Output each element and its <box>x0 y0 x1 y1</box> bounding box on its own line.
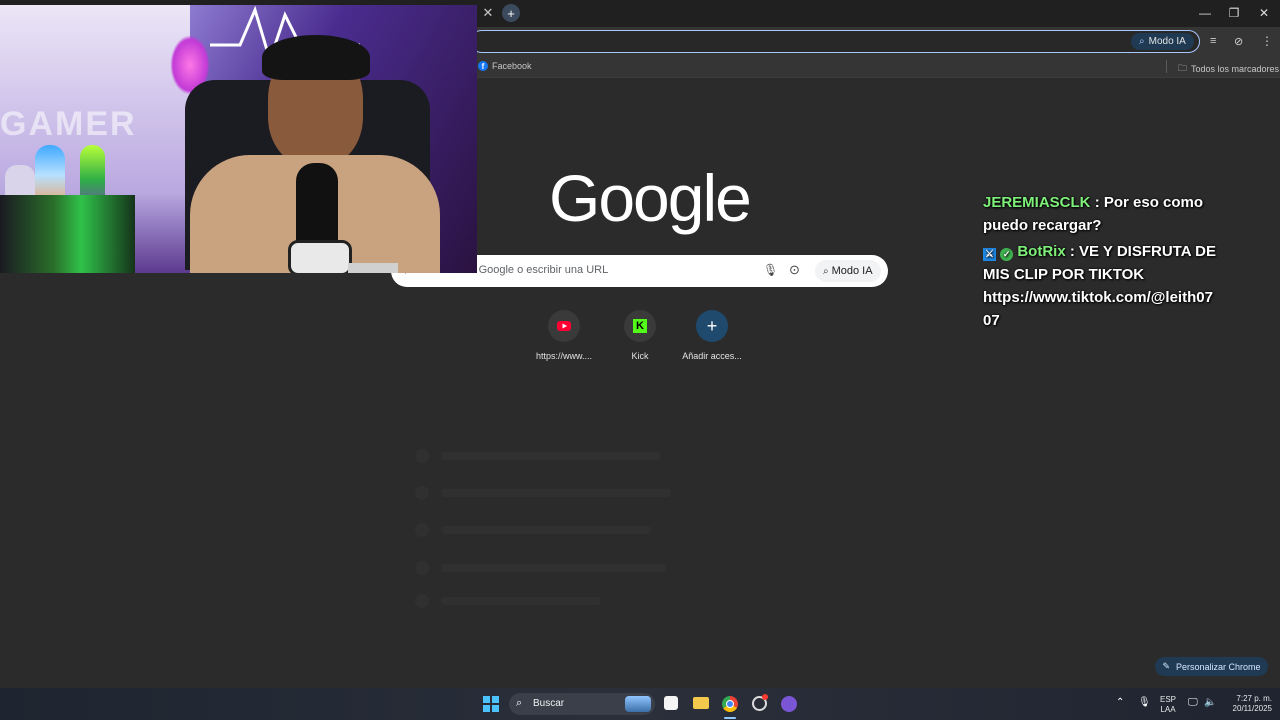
faded-row <box>415 449 675 463</box>
app-icon[interactable] <box>781 696 797 712</box>
youtube-icon <box>548 310 580 342</box>
chrome-icon[interactable] <box>722 696 738 712</box>
shortcut-label: https://www.... <box>535 351 593 361</box>
notification-dot <box>762 694 768 700</box>
mic-mount <box>288 240 352 273</box>
extension-icon[interactable]: ⊘ <box>1234 35 1243 48</box>
faded-row <box>415 594 675 608</box>
search-icon: ⌕ <box>516 697 523 709</box>
lang-variant: LAA <box>1160 705 1176 714</box>
chat-message: ⚔ ✓ BotRix : VE Y DISFRUTA DE MIS CLIP P… <box>983 240 1223 332</box>
pc-case <box>0 195 135 273</box>
taskbar: ⌕ Buscar ⌃ 🎙 ESP LAA 🖵 🔈 7:27 p. m. 20/1… <box>0 688 1280 720</box>
divider <box>1166 60 1167 73</box>
language-indicator[interactable]: ESP LAA <box>1158 695 1178 715</box>
windows-start-icon[interactable] <box>483 696 499 712</box>
tab-search-icon[interactable]: ≡ <box>1210 35 1216 47</box>
kick-icon: K <box>624 310 656 342</box>
microphone-icon[interactable]: 🎙 <box>1138 697 1151 708</box>
shortcut-kick[interactable]: K Kick <box>605 310 675 361</box>
volume-icon[interactable]: 🔈 <box>1204 697 1216 708</box>
mod-sword-icon: ⚔ <box>983 248 996 261</box>
taskbar-search-label: Buscar <box>533 698 565 709</box>
close-window-icon[interactable]: ✕ <box>1250 4 1278 22</box>
customize-label: Personalizar Chrome <box>1176 661 1261 672</box>
microphone-icon[interactable]: 🎙 <box>763 263 778 277</box>
chat-username: JEREMIASCLK <box>983 194 1091 211</box>
pencil-icon: ✎ <box>1162 661 1170 671</box>
shortcut-youtube[interactable]: https://www.... <box>529 310 599 361</box>
address-bar[interactable]: ⌕ Modo IA <box>470 30 1200 53</box>
customize-chrome-button[interactable]: ✎ Personalizar Chrome <box>1155 657 1268 676</box>
shortcut-add[interactable]: + Añadir acces... <box>677 310 747 361</box>
bookmark-facebook[interactable]: f Facebook <box>478 61 532 71</box>
ntp-ai-mode-label: Modo IA <box>831 265 873 277</box>
lang-code: ESP <box>1159 695 1176 704</box>
clock-time: 7:27 p. m. <box>1236 694 1272 703</box>
headphones <box>262 35 370 80</box>
plus-icon: + <box>696 310 728 342</box>
file-explorer-icon[interactable] <box>693 697 709 709</box>
search-highlight-icon <box>625 696 651 712</box>
faded-row <box>415 486 675 500</box>
minimize-icon[interactable]: — <box>1191 4 1219 22</box>
shortcut-label: Añadir acces... <box>682 351 742 361</box>
bookmark-label: Facebook <box>492 61 532 71</box>
folder-icon: 🗀 <box>1178 63 1188 73</box>
clock[interactable]: 7:27 p. m. 20/11/2025 <box>1222 694 1272 714</box>
active-indicator <box>724 717 736 719</box>
new-tab-button[interactable]: + <box>502 4 520 22</box>
chevron-up-icon[interactable]: ⌃ <box>1116 697 1124 708</box>
ai-mode-label: Modo IA <box>1148 36 1186 47</box>
menu-kebab-icon[interactable]: ⋮ <box>1261 34 1273 48</box>
webcam-feed: GAMER <box>0 5 477 273</box>
ai-search-icon: ⌕ <box>823 265 829 277</box>
desk-item <box>348 263 398 273</box>
taskbar-search[interactable]: ⌕ Buscar <box>509 693 655 715</box>
all-bookmarks-button[interactable]: 🗀 Todos los marcadores <box>1178 61 1279 77</box>
chat-message: JEREMIASCLK : Por eso como puedo recarga… <box>983 191 1223 237</box>
faded-row <box>415 561 675 575</box>
faded-row <box>415 523 675 537</box>
camera-lens-icon[interactable]: ⊙ <box>789 262 800 278</box>
restore-icon[interactable]: ❐ <box>1220 4 1248 22</box>
clock-date: 20/11/2025 <box>1232 704 1272 713</box>
ai-search-icon: ⌕ <box>1139 36 1145 47</box>
google-logo: Google <box>549 161 752 235</box>
close-tab-icon[interactable]: ✕ <box>480 5 496 21</box>
network-icon[interactable]: 🖵 <box>1188 697 1198 708</box>
ntp-ai-mode-button[interactable]: ⌕ Modo IA <box>815 260 881 282</box>
neon-sign-text: GAMER <box>0 105 137 143</box>
all-bookmarks-label: Todos los marcadores <box>1191 64 1280 74</box>
facebook-icon: f <box>478 61 488 71</box>
chat-username: BotRix <box>1017 243 1066 260</box>
ai-mode-button[interactable]: ⌕ Modo IA <box>1131 33 1194 50</box>
store-icon[interactable] <box>664 696 678 710</box>
verified-check-icon: ✓ <box>1000 248 1014 261</box>
shortcut-label: Kick <box>631 351 649 361</box>
